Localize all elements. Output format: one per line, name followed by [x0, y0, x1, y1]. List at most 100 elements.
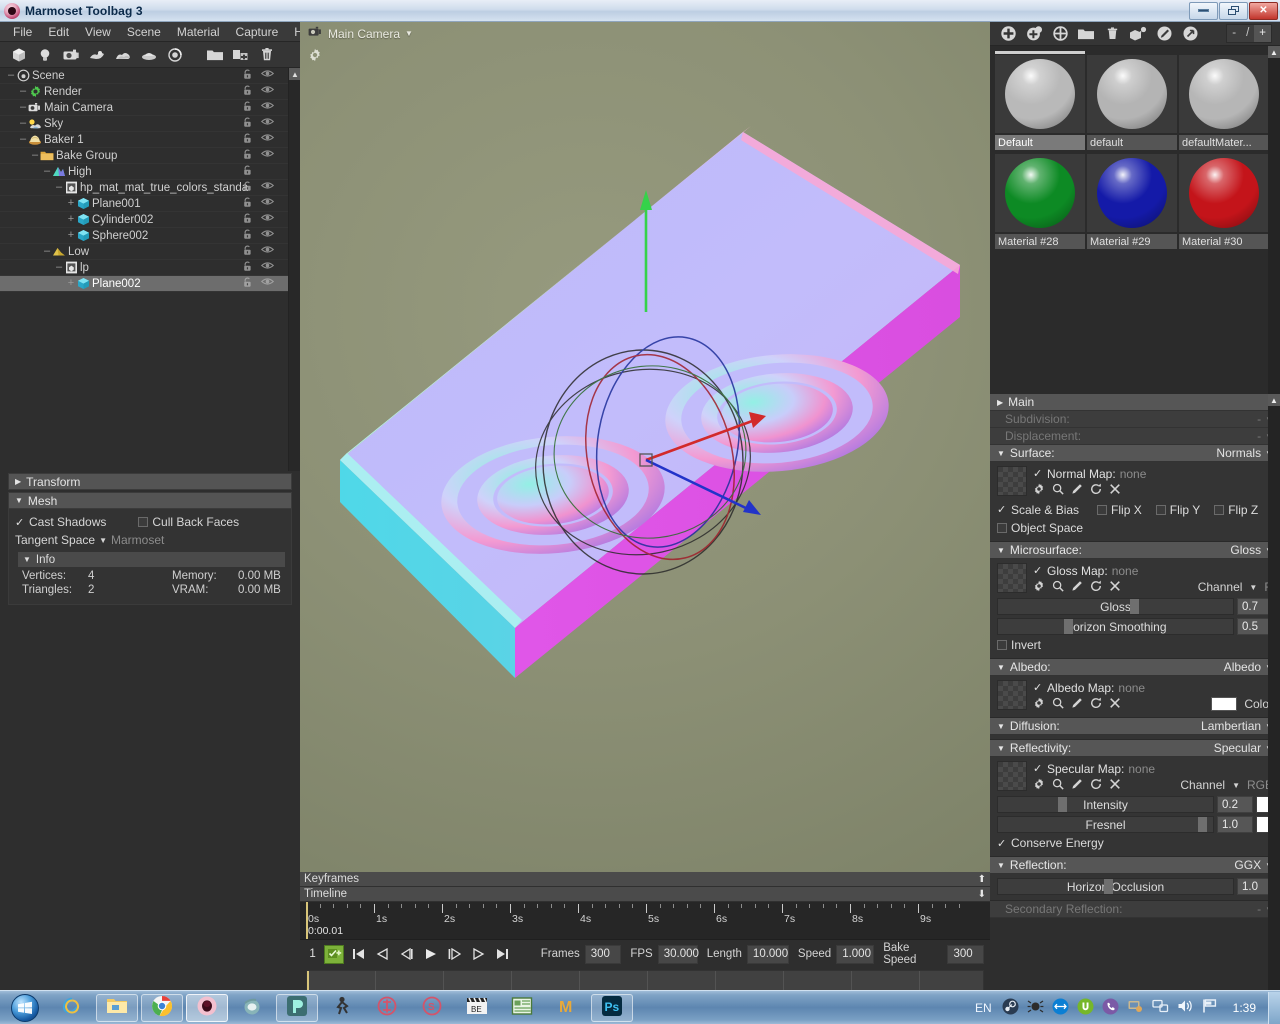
specular-map-thumbnail[interactable] [997, 761, 1027, 791]
camera-icon[interactable] [58, 44, 84, 66]
scene-tree-item-baker-1[interactable]: – Baker 1 [0, 132, 300, 148]
search-icon[interactable] [1052, 697, 1064, 712]
lock-icon[interactable] [242, 69, 253, 83]
lock-icon[interactable] [242, 117, 253, 131]
material-cell[interactable]: Material #30 [1179, 150, 1269, 249]
light-icon[interactable] [32, 44, 58, 66]
apply-material-icon[interactable] [1180, 24, 1200, 44]
flip-y-checkbox[interactable] [1155, 504, 1166, 515]
flag-icon[interactable] [1202, 998, 1219, 1017]
language-indicator[interactable]: EN [975, 1001, 992, 1015]
lock-icon[interactable] [242, 165, 253, 179]
visibility-icon[interactable] [260, 245, 275, 259]
taskbar-item-clapboard[interactable]: BE [456, 994, 498, 1022]
utorrent-icon[interactable] [1077, 998, 1094, 1018]
lock-icon[interactable] [242, 149, 253, 163]
scene-tree-item-hp-mat-mat-true-colors-standa[interactable]: – hp_mat_mat_true_colors_standa [0, 180, 300, 196]
cast-shadows-checkbox[interactable]: ✓ [15, 516, 26, 529]
horizon-occlusion-slider[interactable]: Horizon Occlusion [997, 878, 1234, 895]
gloss-slider[interactable]: Gloss [997, 598, 1234, 615]
tangent-space-row[interactable]: Tangent Space ▼ Marmoset [15, 531, 285, 549]
next-key-icon[interactable] [469, 944, 488, 964]
material-name[interactable]: Material #30 [1179, 234, 1269, 249]
visibility-icon[interactable] [260, 181, 275, 195]
material-name[interactable]: Material #29 [1087, 234, 1177, 249]
edit-icon[interactable] [1071, 580, 1083, 595]
reload-icon[interactable] [1090, 697, 1102, 712]
scene-tree-item-low[interactable]: – Low [0, 244, 300, 260]
lock-icon[interactable] [242, 197, 253, 211]
info-section-header[interactable]: ▼ Info [18, 552, 285, 567]
menu-material[interactable]: Material [169, 23, 228, 41]
search-icon[interactable] [1052, 778, 1064, 793]
normal-map-checkbox[interactable]: ✓ [1033, 467, 1044, 480]
mesh-icon[interactable] [6, 44, 32, 66]
material-thumbnail[interactable] [1087, 55, 1177, 133]
reload-icon[interactable] [1090, 778, 1102, 793]
scene-tree-item-high[interactable]: – High [0, 164, 300, 180]
scene-tree-item-plane002[interactable]: + Plane002 [0, 276, 300, 292]
viewport-3d[interactable]: Main Camera ▼ MARMOSET TOOLBAG 3 [300, 22, 990, 872]
horizon-smoothing-slider[interactable]: Horizon Smoothing [997, 618, 1234, 635]
invert-checkbox[interactable] [997, 640, 1007, 650]
skip-end-icon[interactable] [493, 944, 512, 964]
section-surface-header[interactable]: ▼ Surface: Normals▼ [990, 445, 1280, 462]
section-reflection-header[interactable]: ▼ Reflection: GGX▼ [990, 857, 1280, 874]
collapse-up-icon[interactable]: ⬆ [978, 874, 986, 885]
close-icon[interactable] [1109, 580, 1121, 595]
edit-icon[interactable] [1071, 483, 1083, 498]
material-thumbnail[interactable] [995, 55, 1085, 133]
scene-tree-item-lp[interactable]: – lp [0, 260, 300, 276]
step-back-icon[interactable] [397, 944, 416, 964]
section-main-header[interactable]: ▶ Main [990, 394, 1280, 411]
current-frame-value[interactable]: 1 [306, 948, 319, 960]
speed-field[interactable]: 1.000 [836, 944, 875, 964]
tree-expander[interactable]: – [42, 246, 52, 257]
bake-speed-field[interactable]: 300 [947, 944, 985, 964]
gear-icon[interactable] [1033, 580, 1045, 595]
conserve-energy-checkbox[interactable]: ✓ [997, 837, 1008, 850]
menu-view[interactable]: View [77, 23, 119, 41]
assign-material-icon[interactable] [1128, 24, 1148, 44]
scene-tree-item-bake-group[interactable]: – Bake Group [0, 148, 300, 164]
scene-tree-item-sky[interactable]: – Sky [0, 116, 300, 132]
taskbar-item-photoshop[interactable]: Ps [591, 993, 633, 1022]
gear-icon[interactable] [1033, 778, 1045, 793]
menu-file[interactable]: File [5, 23, 40, 41]
delete-icon[interactable] [254, 44, 280, 66]
scene-tree-item-cylinder002[interactable]: + Cylinder002 [0, 212, 300, 228]
edit-icon[interactable] [1071, 697, 1083, 712]
tree-expander[interactable]: – [54, 182, 64, 193]
material-grid-scrollbar[interactable]: ▲ [1268, 46, 1280, 394]
taskbar-item-internet-explorer[interactable] [51, 994, 93, 1022]
search-icon[interactable] [1052, 483, 1064, 498]
tree-expander[interactable]: + [66, 198, 76, 209]
search-icon[interactable] [1052, 580, 1064, 595]
fresnel-slider[interactable]: Fresnel [997, 816, 1214, 833]
timeline-header[interactable]: Timeline ⬇ [300, 887, 990, 902]
close-icon[interactable] [1109, 483, 1121, 498]
timeline-ruler[interactable]: 0s 1s 2s 3s 4s 5s 6s 7s 8s 9s 0:00.01 [300, 902, 990, 940]
gloss-map-checkbox[interactable]: ✓ [1033, 564, 1044, 577]
material-grid[interactable]: Default default defaultMater... Material #2… [990, 46, 1280, 394]
fog-icon[interactable] [84, 44, 110, 66]
folder-icon[interactable] [1076, 24, 1096, 44]
chevron-down-icon[interactable]: ▼ [1249, 583, 1257, 592]
lock-icon[interactable] [242, 261, 253, 275]
scene-tree-item-main-camera[interactable]: – Main Camera [0, 100, 300, 116]
scroll-up-icon[interactable]: ▲ [1268, 46, 1280, 58]
frames-field[interactable]: 300 [584, 944, 622, 964]
taskbar-item-notes[interactable] [501, 994, 543, 1022]
sky-icon[interactable] [110, 44, 136, 66]
taskbar-item-marmoset[interactable] [186, 993, 228, 1022]
material-name[interactable]: defaultMater... [1179, 135, 1269, 150]
lock-icon[interactable] [242, 277, 253, 291]
taskbar-item-substance-designer[interactable] [366, 994, 408, 1022]
visibility-icon[interactable] [260, 197, 275, 211]
add-folder-icon[interactable] [228, 44, 254, 66]
material-cell[interactable]: defaultMater... [1179, 51, 1269, 150]
lock-icon[interactable] [242, 181, 253, 195]
menu-capture[interactable]: Capture [228, 23, 287, 41]
tree-expander[interactable]: – [54, 262, 64, 273]
intensity-value-field[interactable]: 0.2 [1217, 796, 1253, 813]
